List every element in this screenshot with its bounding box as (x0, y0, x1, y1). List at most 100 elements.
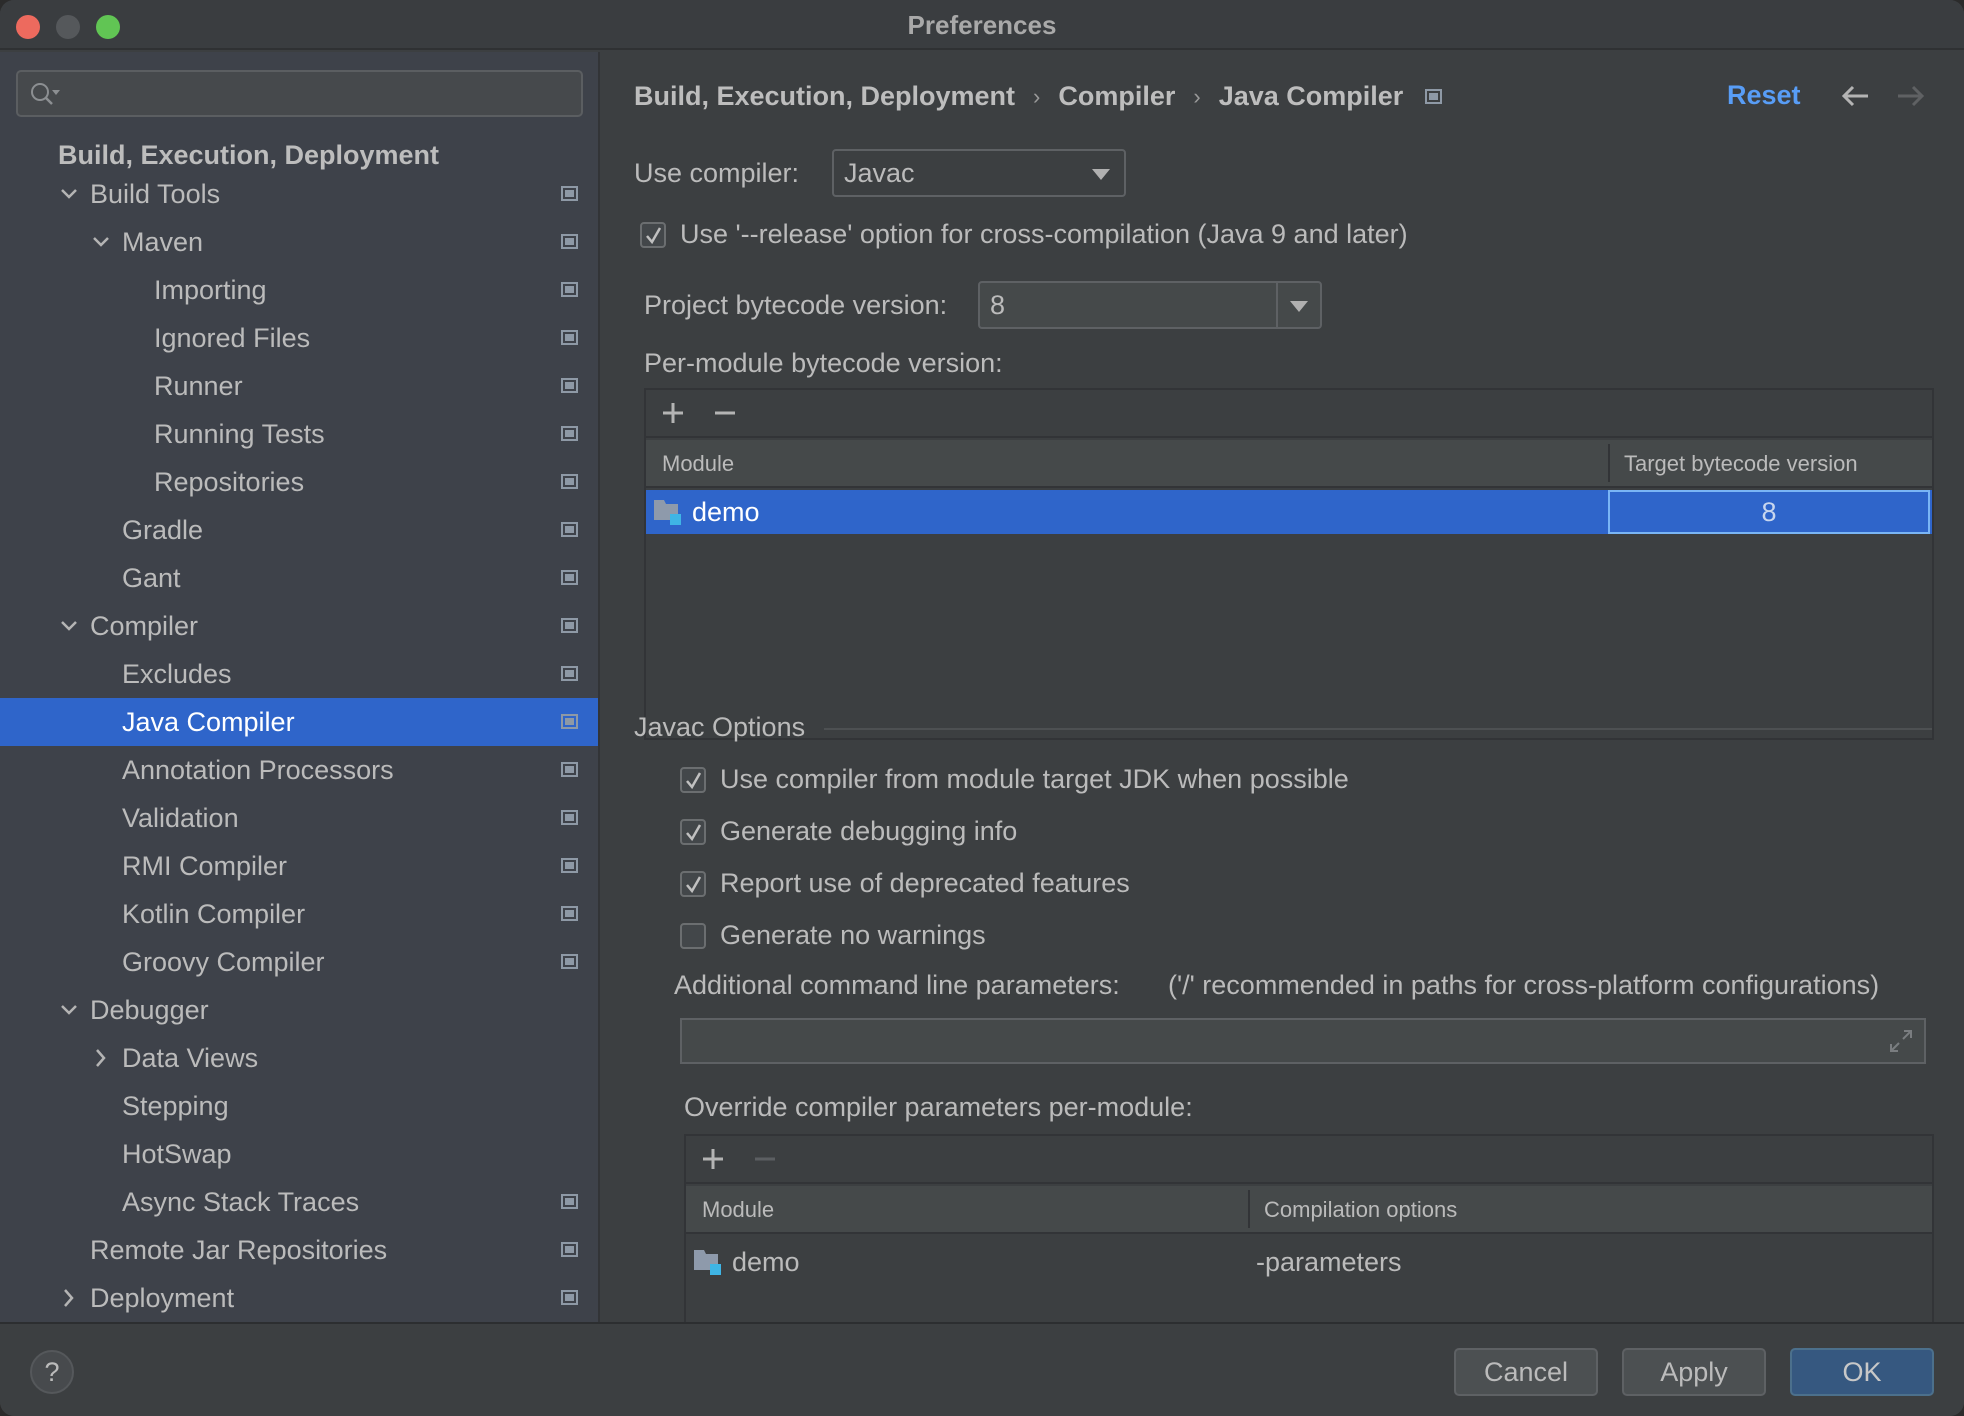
sidebar-item-ignored-files[interactable]: Ignored Files (0, 314, 598, 362)
project-settings-icon (561, 282, 578, 297)
arrow-left-icon[interactable] (1840, 82, 1872, 110)
table-row[interactable]: demo -parameters (686, 1240, 1932, 1284)
javac-option-checkbox[interactable] (680, 819, 706, 845)
column-header-compilation-options[interactable]: Compilation options (1264, 1186, 1457, 1234)
chevron-down-icon[interactable] (90, 218, 112, 266)
project-settings-icon (561, 666, 578, 681)
sidebar-item-gant[interactable]: Gant (0, 554, 598, 602)
javac-option-label: Use compiler from module target JDK when… (720, 764, 1349, 794)
sidebar-item-label: Annotation Processors (122, 755, 394, 785)
sidebar-item-validation[interactable]: Validation (0, 794, 598, 842)
sidebar-item-groovy-compiler[interactable]: Groovy Compiler (0, 938, 598, 986)
sidebar-item-label: Debugger (90, 995, 209, 1025)
search-icon (31, 83, 60, 105)
column-header-target-bytecode[interactable]: Target bytecode version (1624, 440, 1858, 488)
project-settings-icon (561, 714, 578, 729)
add-icon[interactable] (700, 1146, 726, 1172)
arrow-right-icon[interactable] (1894, 82, 1926, 110)
compilation-options-value: -parameters (1256, 1247, 1402, 1277)
chevron-down-icon[interactable] (58, 602, 80, 650)
javac-option-checkbox[interactable] (680, 767, 706, 793)
breadcrumb: Build, Execution, Deployment › Compiler › Ja… (634, 80, 1443, 112)
chevron-down-icon[interactable] (58, 170, 80, 218)
table-row[interactable]: demo 8 (646, 490, 1932, 534)
chevron-right-icon[interactable] (90, 1034, 112, 1082)
sidebar-item-running-tests[interactable]: Running Tests (0, 410, 598, 458)
sidebar-item-java-compiler[interactable]: Java Compiler (0, 698, 598, 746)
breadcrumb-separator: › (1193, 83, 1201, 109)
sidebar-item-label: Java Compiler (122, 707, 295, 737)
project-settings-icon (561, 570, 578, 585)
project-settings-icon (561, 1290, 578, 1305)
sidebar-item-debugger[interactable]: Debugger (0, 986, 598, 1034)
settings-search-input[interactable] (16, 70, 583, 117)
column-header-module[interactable]: Module (702, 1186, 774, 1234)
sidebar-item-importing[interactable]: Importing (0, 266, 598, 314)
sidebar-item-label: Maven (122, 227, 204, 257)
sidebar-item-deployment[interactable]: Deployment (0, 1274, 598, 1322)
table-header: Module Compilation options (686, 1186, 1932, 1234)
column-header-module[interactable]: Module (662, 440, 734, 488)
release-option-checkbox[interactable] (640, 222, 666, 248)
project-settings-icon (561, 858, 578, 873)
project-settings-icon (561, 426, 578, 441)
additional-params-hint: ('/' recommended in paths for cross-plat… (1168, 970, 1880, 1000)
project-settings-icon (561, 810, 578, 825)
sidebar-item-hotswap[interactable]: HotSwap (0, 1130, 598, 1178)
sidebar-item-label: Remote Jar Repositories (90, 1235, 388, 1265)
use-compiler-label: Use compiler: (634, 158, 800, 188)
javac-option-checkbox[interactable] (680, 923, 706, 949)
sidebar-item-compiler[interactable]: Compiler (0, 602, 598, 650)
sidebar-item-async-stack-traces[interactable]: Async Stack Traces (0, 1178, 598, 1226)
per-module-bytecode-table: Module Target bytecode version demo 8 (644, 388, 1934, 740)
sidebar-item-data-views[interactable]: Data Views (0, 1034, 598, 1082)
use-compiler-dropdown[interactable]: Javac (832, 149, 1126, 197)
sidebar-item-maven[interactable]: Maven (0, 218, 598, 266)
project-settings-icon (561, 1242, 578, 1257)
target-bytecode-cell[interactable]: 8 (1608, 490, 1930, 534)
breadcrumb-item: Build, Execution, Deployment (634, 81, 1016, 112)
reset-link[interactable]: Reset (1727, 80, 1801, 111)
sidebar-item-kotlin-compiler[interactable]: Kotlin Compiler (0, 890, 598, 938)
apply-button[interactable]: Apply (1622, 1348, 1766, 1396)
chevron-down-icon[interactable] (1290, 301, 1308, 312)
remove-icon[interactable] (712, 400, 738, 426)
sidebar-item-repositories[interactable]: Repositories (0, 458, 598, 506)
project-bytecode-value: 8 (990, 290, 1006, 320)
ok-button[interactable]: OK (1790, 1348, 1934, 1396)
sidebar-item-rmi-compiler[interactable]: RMI Compiler (0, 842, 598, 890)
expand-icon[interactable] (1888, 1028, 1914, 1054)
sidebar-item-label: Running Tests (154, 419, 325, 449)
add-icon[interactable] (660, 400, 686, 426)
sidebar-item-label: Ignored Files (154, 323, 311, 353)
dialog-footer: ? Cancel Apply OK (0, 1322, 1964, 1416)
sidebar-item-gradle[interactable]: Gradle (0, 506, 598, 554)
sidebar-item-runner[interactable]: Runner (0, 362, 598, 410)
project-bytecode-dropdown[interactable]: 8 (978, 281, 1322, 329)
project-settings-icon (561, 1194, 578, 1209)
project-settings-icon (561, 474, 578, 489)
tree-section-title: Build, Execution, Deployment (58, 140, 440, 170)
sidebar-item-excludes[interactable]: Excludes (0, 650, 598, 698)
chevron-down-icon[interactable] (58, 986, 80, 1034)
sidebar-item-label: Compiler (90, 611, 199, 641)
sidebar-item-label: Importing (154, 275, 267, 305)
javac-option-checkbox[interactable] (680, 871, 706, 897)
sidebar-item-annotation-processors[interactable]: Annotation Processors (0, 746, 598, 794)
sidebar-item-remote-jar-repositories[interactable]: Remote Jar Repositories (0, 1226, 598, 1274)
sidebar-item-stepping[interactable]: Stepping (0, 1082, 598, 1130)
checkmark-icon (686, 824, 702, 842)
additional-params-input[interactable] (680, 1018, 1926, 1064)
sidebar-item-label: Build Tools (90, 179, 221, 209)
help-button[interactable]: ? (30, 1350, 74, 1394)
sidebar-item-label: Async Stack Traces (122, 1187, 360, 1217)
checkmark-icon (686, 772, 702, 790)
chevron-right-icon[interactable] (58, 1274, 80, 1322)
checkmark-icon (646, 227, 662, 245)
override-params-table: Module Compilation options demo -paramet… (684, 1134, 1934, 1334)
sidebar-item-label: Stepping (122, 1091, 229, 1121)
sidebar-item-build-tools[interactable]: Build Tools (0, 170, 598, 218)
project-settings-icon (561, 762, 578, 777)
cancel-button[interactable]: Cancel (1454, 1348, 1598, 1396)
sidebar-item-label: Runner (154, 371, 243, 401)
